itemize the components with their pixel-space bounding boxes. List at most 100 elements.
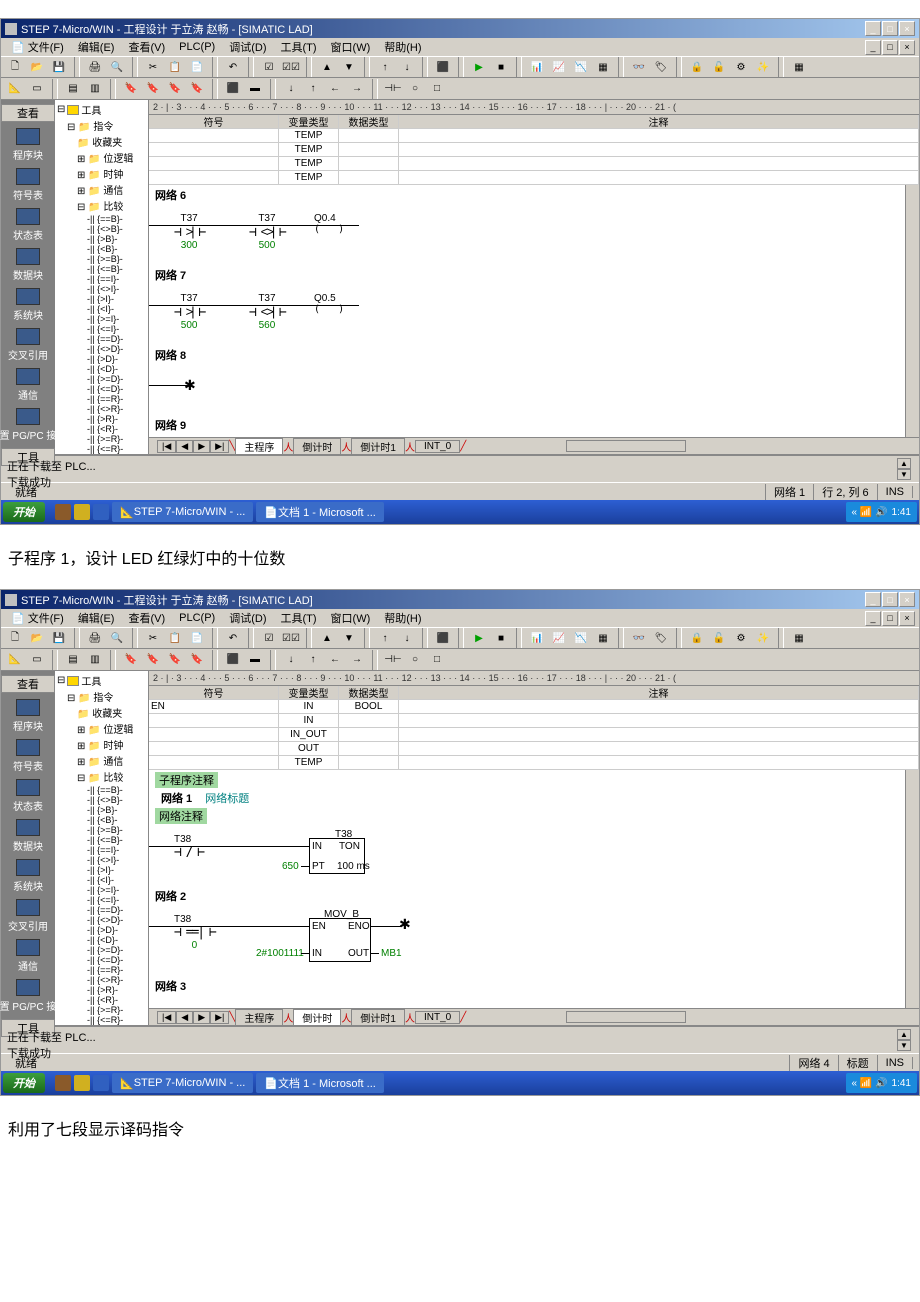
tag-button[interactable]: 🏷 [651,57,671,77]
tree-compare-item[interactable]: -|| {==R}- [57,394,146,404]
nav-status-table[interactable]: 状态表 [10,208,46,242]
download-button[interactable]: ▼ [339,57,359,77]
tree-compare-item[interactable]: -|| {<I}- [57,304,146,314]
poubox-button[interactable]: ▬ [245,650,265,670]
undo-button[interactable]: ↶ [223,628,243,648]
stl-view-button[interactable]: ▭ [27,650,47,670]
menu-view[interactable]: 查看(V) [122,609,171,627]
ladder-scrollbar[interactable] [905,185,919,437]
paste-button[interactable]: 📄 [187,628,207,648]
bookmark-next-button[interactable]: 🔖 [143,79,163,99]
wire-down-button[interactable]: ↓ [281,79,301,99]
sort-desc-button[interactable]: ↓ [397,57,417,77]
tree-compare-item[interactable]: -|| {<=I}- [57,324,146,334]
sort-desc-button[interactable]: ↓ [397,628,417,648]
save-button[interactable]: 💾 [49,628,69,648]
instruction-tree[interactable]: ⊟ 工具 ⊟ 📁 指令 📁 收藏夹 ⊞ 📁 位逻辑 ⊞ 📁 时钟 ⊞ 📁 通信 … [55,671,149,1025]
wire-up-button[interactable]: ↑ [303,650,323,670]
chart2-button[interactable]: 📉 [571,57,591,77]
wizard-button[interactable]: ✨ [753,57,773,77]
task-step7[interactable]: 📐 STEP 7-Micro/WIN - ... [112,1073,253,1093]
tab-nav-first[interactable]: |◀ [157,440,176,453]
doc-close-button[interactable]: × [899,40,915,55]
symbol-row[interactable]: IN [149,714,919,728]
run-button[interactable]: ▶ [469,628,489,648]
nav-pgpc[interactable]: 设置 PG/PC 接口 [10,979,46,1013]
bookmark-button[interactable]: 🔖 [121,650,141,670]
menu-window[interactable]: 窗口(W) [325,38,377,56]
tree-compare-item[interactable]: -|| {<>I}- [57,284,146,294]
tree-compare-item[interactable]: -|| {>=R}- [57,434,146,444]
tree-compare-item[interactable]: -|| {>=I}- [57,885,146,895]
output-scroll[interactable]: ▲▼ [897,1029,913,1051]
quicklaunch-icon-3[interactable] [93,504,109,520]
doc-maximize-button[interactable]: □ [882,40,898,55]
tree-node-bitlogic[interactable]: ⊞ 📁 位逻辑 [57,150,146,165]
compile-all-button[interactable]: ☑☑ [281,628,301,648]
tree-compare-item[interactable]: -|| {<>I}- [57,855,146,865]
menu-help[interactable]: 帮助(H) [378,38,427,56]
glasses-button[interactable]: 👓 [629,57,649,77]
tab-countdown[interactable]: 倒计时 [293,438,341,455]
network-button[interactable]: ⬛ [223,650,243,670]
cut-button[interactable]: ✂ [143,628,163,648]
tree-compare-item[interactable]: -|| {>=B}- [57,254,146,264]
tree-node-instruction[interactable]: ⊟ 📁 指令 [57,689,146,704]
cut-button[interactable]: ✂ [143,57,163,77]
symbol-row[interactable]: ENINBOOL [149,700,919,714]
task-word[interactable]: 📄 文档 1 - Microsoft ... [256,502,384,522]
lock-button[interactable]: 🔒 [687,57,707,77]
tab-countdown[interactable]: 倒计时 [293,1009,341,1026]
table-button[interactable]: ▦ [593,57,613,77]
menu-file[interactable]: 📄 文件(F) [5,38,70,56]
new-button[interactable]: 🗋 [5,628,25,648]
network-button[interactable]: ⬛ [223,79,243,99]
minimize-button[interactable]: _ [865,592,881,607]
bookmark-clear-button[interactable]: 🔖 [187,650,207,670]
maximize-button[interactable]: □ [882,592,898,607]
status-button[interactable]: 📊 [527,628,547,648]
doc-minimize-button[interactable]: _ [865,611,881,626]
bookmark-prev-button[interactable]: 🔖 [165,79,185,99]
tab-int0[interactable]: INT_0 [415,1011,460,1024]
lock-button[interactable]: 🔒 [687,628,707,648]
quicklaunch-icon-2[interactable] [74,504,90,520]
tree-compare-item[interactable]: -|| {>I}- [57,865,146,875]
contact-button[interactable]: ⊣⊢ [383,650,403,670]
nav-comm[interactable]: 通信 [10,368,46,402]
tree-compare-item[interactable]: -|| {>I}- [57,294,146,304]
tree-compare-item[interactable]: -|| {<>R}- [57,404,146,414]
tree-compare-item[interactable]: -|| {<D}- [57,364,146,374]
network-7-rung[interactable]: T37⊣ >| ⊢500 T37⊣ <>| ⊢560 Q0.5( ) [149,285,905,345]
bookmark-button[interactable]: 🔖 [121,79,141,99]
symbol-row[interactable]: TEMP [149,129,919,143]
close-button[interactable]: × [899,592,915,607]
menu-plc[interactable]: PLC(P) [173,611,221,625]
tab-nav-last[interactable]: ▶| [210,440,229,453]
status-button[interactable]: 📊 [527,57,547,77]
nav-system-block[interactable]: 系统块 [10,288,46,322]
copy-button[interactable]: 📋 [165,628,185,648]
ladder-content[interactable]: 网络 6 T37⊣ >| ⊢300 T37⊣ <>| ⊢500 Q0.4( ) … [149,185,919,437]
tree-compare-item[interactable]: -|| {>=D}- [57,374,146,384]
menu-edit[interactable]: 编辑(E) [72,38,121,56]
minimize-button[interactable]: _ [865,21,881,36]
run-button[interactable]: ▶ [469,57,489,77]
wire-down-button[interactable]: ↓ [281,650,301,670]
nav-program-block[interactable]: 程序块 [10,699,46,733]
quicklaunch-icon-2[interactable] [74,1075,90,1091]
tree-compare-item[interactable]: -|| {==I}- [57,845,146,855]
upload-button[interactable]: ▲ [317,628,337,648]
tree-compare-item[interactable]: -|| {<>D}- [57,915,146,925]
nav-symbol-table[interactable]: 符号表 [10,739,46,773]
tree-compare-item[interactable]: -|| {<=B}- [57,264,146,274]
network-1-rung[interactable]: T38⊣ / ⊢ IN TON T38 650 PT 100 ms [149,826,905,886]
open-button[interactable]: 📂 [27,57,47,77]
menu-view[interactable]: 查看(V) [122,38,171,56]
ladder-view-button[interactable]: 📐 [5,650,25,670]
tab-countdown1[interactable]: 倒计时1 [351,438,405,455]
tab-nav-prev[interactable]: ◀ [176,1011,193,1024]
tree-node-compare[interactable]: ⊟ 📁 比较 [57,198,146,213]
menu-plc[interactable]: PLC(P) [173,40,221,54]
grid-button[interactable]: ▦ [789,628,809,648]
